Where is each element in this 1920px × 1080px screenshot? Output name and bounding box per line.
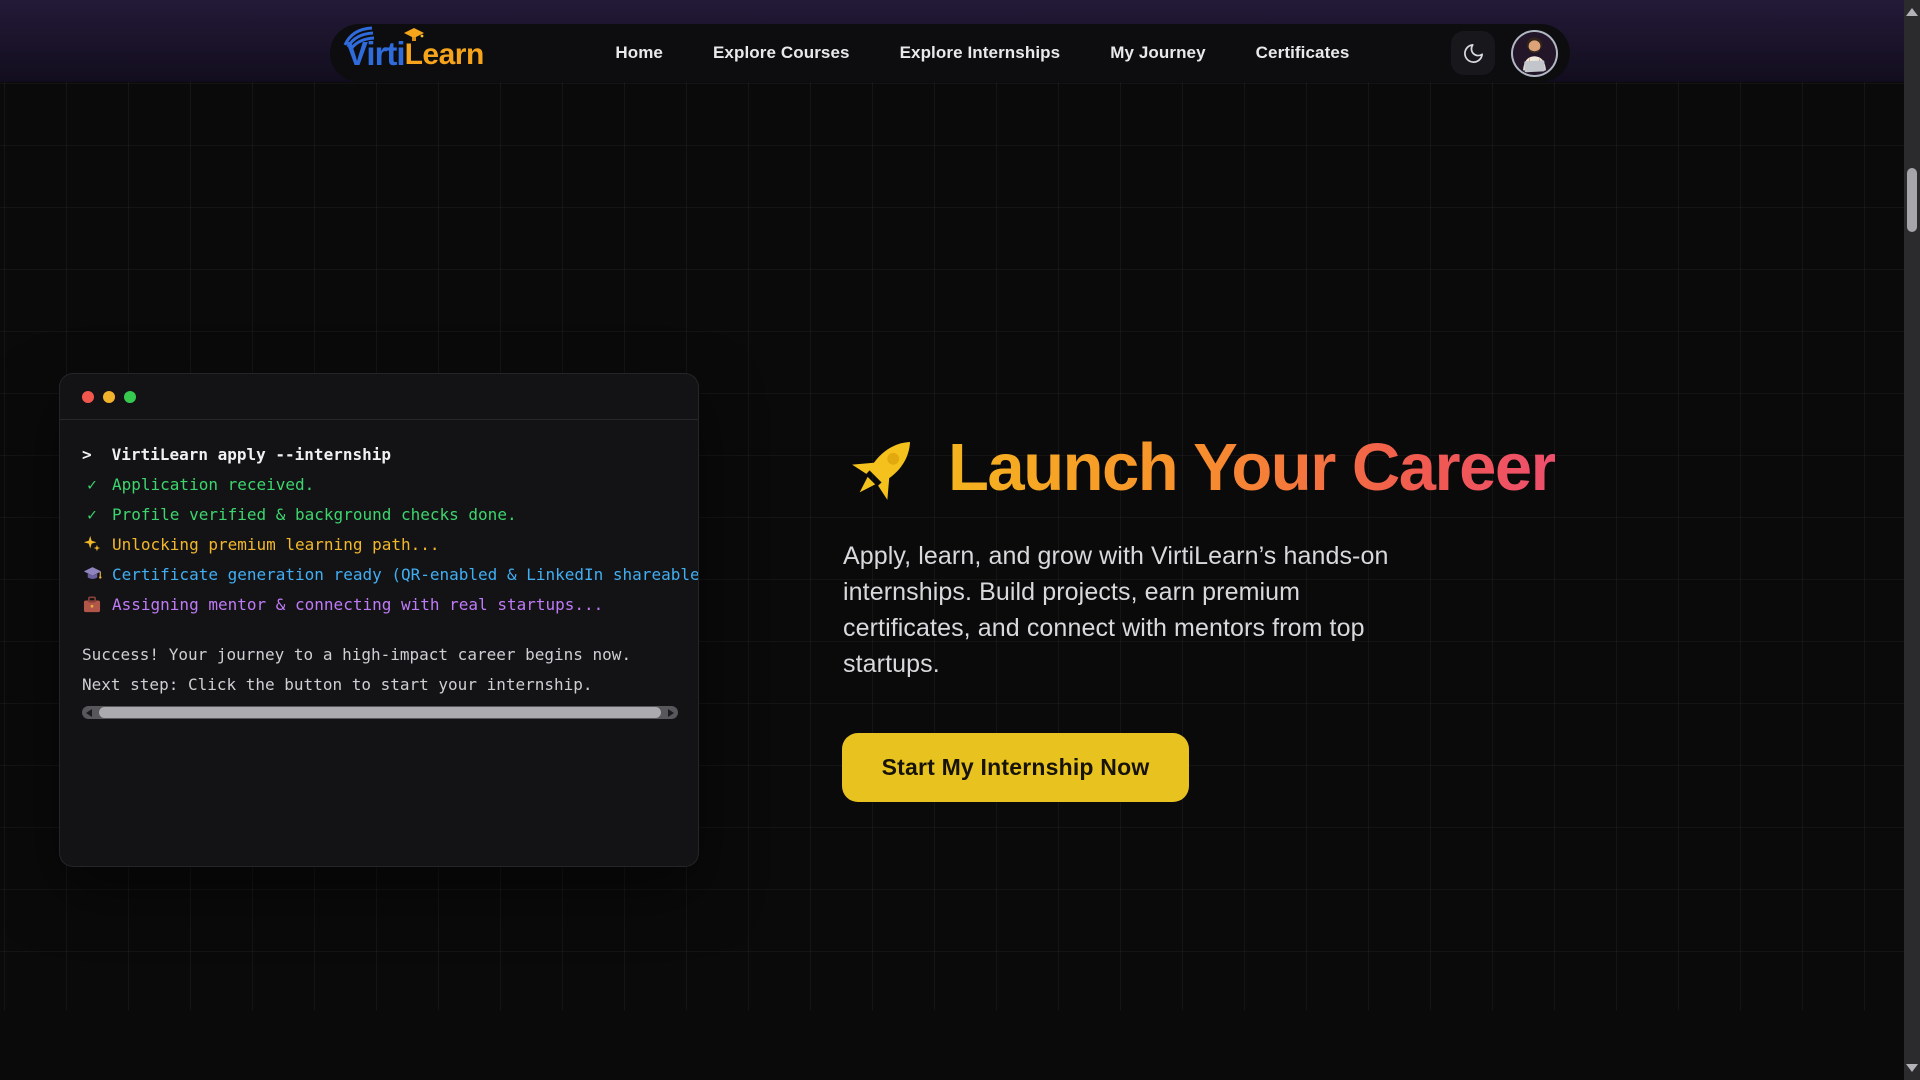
sparkles-icon: [82, 535, 102, 553]
terminal-command-line: > VirtiLearn apply --internship: [82, 439, 698, 469]
terminal-titlebar: [60, 374, 698, 420]
terminal-horizontal-scrollbar[interactable]: [82, 706, 678, 719]
terminal-command-text: VirtiLearn apply --internship: [112, 445, 391, 464]
window-minimize-dot[interactable]: [103, 391, 115, 403]
logo-wings-icon: [342, 25, 376, 51]
terminal-line: Unlocking premium learning path...: [82, 529, 698, 559]
terminal-line: Certificate generation ready (QR-enabled…: [82, 559, 698, 589]
moon-icon: [1462, 42, 1485, 65]
theme-toggle-button[interactable]: [1451, 31, 1495, 75]
terminal-success-message: Success! Your journey to a high-impact c…: [82, 639, 698, 669]
nav-link-explore-internships[interactable]: Explore Internships: [900, 43, 1061, 62]
terminal-line: Assigning mentor & connecting with real …: [82, 589, 698, 619]
window-maximize-dot[interactable]: [124, 391, 136, 403]
check-icon: ✓: [82, 505, 102, 524]
hero-title: Launch Your Career: [948, 431, 1555, 505]
hero-heading-row: Launch Your Career: [846, 430, 1555, 506]
scroll-right-arrow-icon[interactable]: [668, 709, 674, 717]
scroll-up-arrow-icon[interactable]: [1906, 8, 1918, 16]
avatar-illustration: [1513, 30, 1556, 77]
nav-link-certificates[interactable]: Certificates: [1256, 43, 1350, 62]
terminal-blank-line: [82, 619, 698, 639]
hero-description: Apply, learn, and grow with VirtiLearn’s…: [843, 538, 1413, 682]
navbar: Virti Learn Home Explore Courses Explore…: [330, 24, 1570, 82]
terminal-line: ✓ Profile verified & background checks d…: [82, 499, 698, 529]
user-avatar[interactable]: [1511, 30, 1558, 77]
horizontal-scrollbar-thumb[interactable]: [99, 707, 661, 718]
scroll-left-arrow-icon[interactable]: [86, 709, 92, 717]
check-icon: ✓: [82, 475, 102, 494]
terminal-window: > VirtiLearn apply --internship ✓ Applica…: [59, 373, 699, 867]
page-vertical-scrollbar[interactable]: [1904, 0, 1920, 1080]
page: Virti Learn Home Explore Courses Explore…: [0, 0, 1920, 1080]
nav-links: Home Explore Courses Explore Internships…: [615, 43, 1349, 63]
nav-link-explore-courses[interactable]: Explore Courses: [713, 43, 850, 62]
graduation-cap-icon: [82, 566, 102, 582]
vertical-scrollbar-thumb[interactable]: [1907, 168, 1917, 232]
nav-link-my-journey[interactable]: My Journey: [1110, 43, 1205, 62]
briefcase-icon: [82, 596, 102, 613]
terminal-next-step-message: Next step: Click the button to start you…: [82, 669, 698, 699]
window-close-dot[interactable]: [82, 391, 94, 403]
start-internship-button[interactable]: Start My Internship Now: [842, 733, 1189, 802]
nav-link-home[interactable]: Home: [615, 43, 663, 62]
terminal-output: > VirtiLearn apply --internship ✓ Applica…: [60, 420, 698, 719]
terminal-line: ✓ Application received.: [82, 469, 698, 499]
terminal-prompt: >: [82, 445, 92, 464]
logo[interactable]: Virti Learn: [346, 37, 484, 70]
graduation-cap-icon: [403, 27, 425, 43]
rocket-icon: [846, 430, 922, 506]
scroll-down-arrow-icon[interactable]: [1906, 1064, 1918, 1072]
